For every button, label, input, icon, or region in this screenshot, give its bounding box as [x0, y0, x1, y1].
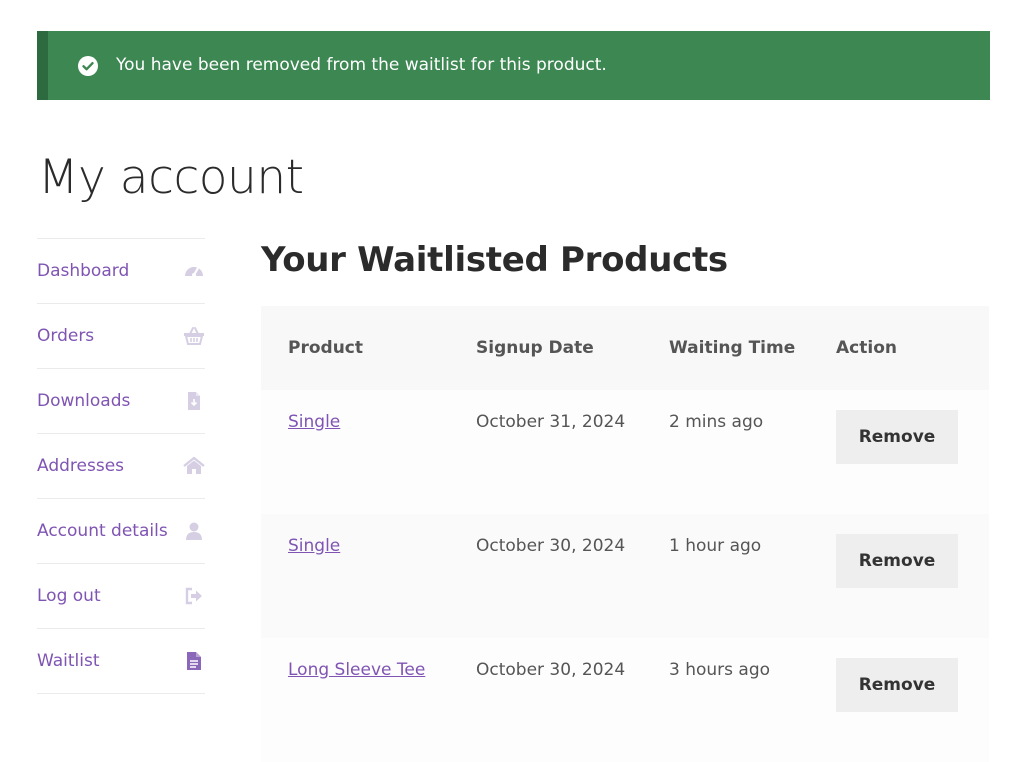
nav-item-downloads[interactable]: Downloads	[37, 369, 205, 434]
column-header-product: Product	[288, 338, 363, 358]
signup-date: October 30, 2024	[476, 660, 626, 680]
nav-item-log-out[interactable]: Log out	[37, 564, 205, 629]
file-download-icon	[188, 392, 200, 410]
nav-item-label[interactable]: Account details	[37, 521, 168, 541]
basket-icon	[184, 327, 204, 345]
waiting-time: 1 hour ago	[669, 536, 762, 556]
table-row: Long Sleeve Tee October 30, 2024 3 hours…	[261, 638, 989, 762]
remove-button[interactable]: Remove	[836, 410, 958, 464]
column-header-waiting-time: Waiting Time	[669, 338, 796, 358]
waiting-time: 3 hours ago	[669, 660, 771, 680]
remove-button[interactable]: Remove	[836, 534, 958, 588]
table-row: Single October 30, 2024 1 hour ago Remov…	[261, 514, 989, 638]
table-header: Product Signup Date Waiting Time Action	[261, 306, 989, 390]
table-row: Single October 31, 2024 2 mins ago Remov…	[261, 390, 989, 514]
nav-item-label[interactable]: Dashboard	[37, 261, 129, 281]
account-navigation: Dashboard Orders Downloads Addresses Acc…	[37, 238, 205, 694]
document-icon	[187, 652, 201, 670]
dashboard-gauge-icon	[185, 266, 203, 277]
page-title: My account	[38, 150, 304, 205]
signup-date: October 30, 2024	[476, 536, 626, 556]
nav-item-label[interactable]: Waitlist	[37, 651, 100, 671]
waitlist-title: Your Waitlisted Products	[261, 240, 728, 280]
waitlist-table: Product Signup Date Waiting Time Action …	[261, 306, 989, 762]
product-link[interactable]: Single	[288, 412, 340, 432]
check-circle-icon	[78, 56, 98, 76]
waiting-time: 2 mins ago	[669, 412, 764, 432]
nav-item-waitlist[interactable]: Waitlist	[37, 629, 205, 694]
product-link[interactable]: Single	[288, 536, 340, 556]
nav-item-addresses[interactable]: Addresses	[37, 434, 205, 499]
nav-item-label[interactable]: Downloads	[37, 391, 130, 411]
remove-button[interactable]: Remove	[836, 658, 958, 712]
signup-date: October 31, 2024	[476, 412, 626, 432]
product-link[interactable]: Long Sleeve Tee	[288, 660, 425, 680]
nav-item-label[interactable]: Log out	[37, 586, 101, 606]
nav-item-orders[interactable]: Orders	[37, 304, 205, 369]
nav-item-dashboard[interactable]: Dashboard	[37, 239, 205, 304]
home-icon	[183, 456, 205, 474]
nav-item-label[interactable]: Addresses	[37, 456, 124, 476]
user-icon	[186, 522, 202, 540]
notice-message: You have been removed from the waitlist …	[116, 55, 607, 75]
column-header-action: Action	[836, 338, 897, 358]
logout-icon	[185, 587, 202, 605]
success-notice: You have been removed from the waitlist …	[37, 31, 990, 100]
column-header-signup-date: Signup Date	[476, 338, 594, 358]
nav-item-label[interactable]: Orders	[37, 326, 94, 346]
nav-item-account-details[interactable]: Account details	[37, 499, 205, 564]
